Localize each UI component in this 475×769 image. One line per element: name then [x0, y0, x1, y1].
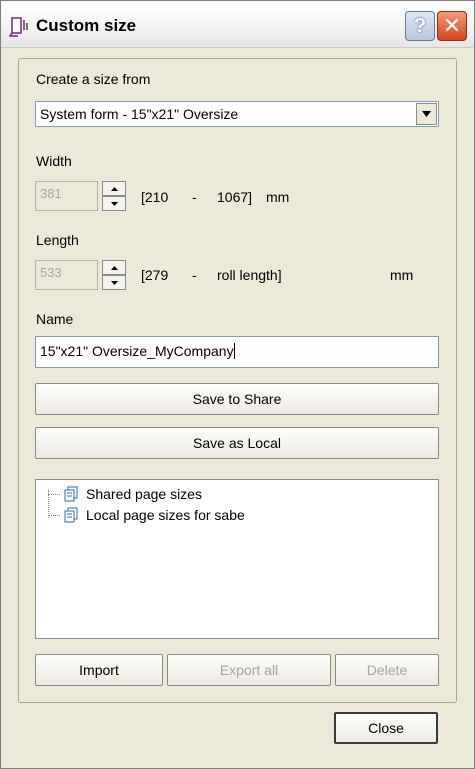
down-arrow-icon: [110, 201, 118, 206]
width-range-max: 1067]: [217, 189, 253, 205]
help-icon: ?: [413, 14, 427, 37]
length-range-max: roll length]: [217, 267, 282, 283]
close-button[interactable]: Close: [334, 712, 438, 744]
length-decrement-button[interactable]: [102, 275, 126, 290]
length-unit: mm: [390, 267, 414, 283]
window-title: Custom size: [36, 16, 137, 35]
tree-item-label: Shared page sizes: [86, 486, 202, 502]
custom-size-dialog: Custom size ? ✕ Create a size from Syste…: [0, 0, 475, 769]
length-label: Length: [36, 232, 79, 248]
close-icon: ✕: [442, 13, 462, 38]
size-from-value: System form - 15"x21" Oversize: [40, 106, 239, 122]
length-input[interactable]: 533: [35, 260, 98, 290]
help-button[interactable]: ?: [405, 11, 435, 41]
save-as-local-button[interactable]: Save as Local: [35, 427, 439, 459]
length-increment-button[interactable]: [102, 260, 126, 275]
width-increment-button[interactable]: [102, 181, 126, 196]
down-arrow-icon: [110, 280, 118, 285]
import-button[interactable]: Import: [35, 654, 163, 686]
page-sizes-folder-icon: [64, 507, 78, 523]
chevron-down-icon[interactable]: [416, 103, 437, 125]
delete-button[interactable]: Delete: [335, 654, 439, 686]
tree-item-shared-page-sizes[interactable]: Shared page sizes: [48, 486, 202, 502]
width-unit: mm: [266, 189, 290, 205]
text-caret: [233, 343, 235, 359]
width-label: Width: [36, 153, 72, 169]
width-range-dash: -: [192, 189, 197, 205]
length-range-min: [279: [141, 267, 169, 283]
export-all-button[interactable]: Export all: [167, 654, 331, 686]
width-decrement-button[interactable]: [102, 196, 126, 211]
name-input[interactable]: 15"x21" Oversize_MyCompany: [35, 336, 439, 368]
size-from-label: Create a size from: [36, 71, 151, 87]
tree-item-label: Local page sizes for sabe: [86, 507, 245, 523]
size-from-dropdown[interactable]: System form - 15"x21" Oversize: [35, 101, 439, 127]
save-to-share-button[interactable]: Save to Share: [35, 383, 439, 415]
width-range-min: [210: [141, 189, 169, 205]
name-input-value: 15"x21" Oversize_MyCompany: [40, 343, 234, 359]
app-icon: [9, 17, 28, 37]
up-arrow-icon: [110, 186, 118, 191]
tree-item-local-page-sizes[interactable]: Local page sizes for sabe: [48, 507, 245, 523]
length-range-dash: -: [192, 267, 197, 283]
name-label: Name: [36, 311, 74, 327]
page-sizes-folder-icon: [64, 486, 78, 502]
window-close-button[interactable]: ✕: [437, 11, 467, 41]
page-sizes-tree[interactable]: Shared page sizes Local page sizes for s…: [35, 479, 439, 639]
width-input[interactable]: 381: [35, 181, 98, 211]
title-bar: Custom size ? ✕: [1, 1, 474, 48]
up-arrow-icon: [110, 265, 118, 270]
